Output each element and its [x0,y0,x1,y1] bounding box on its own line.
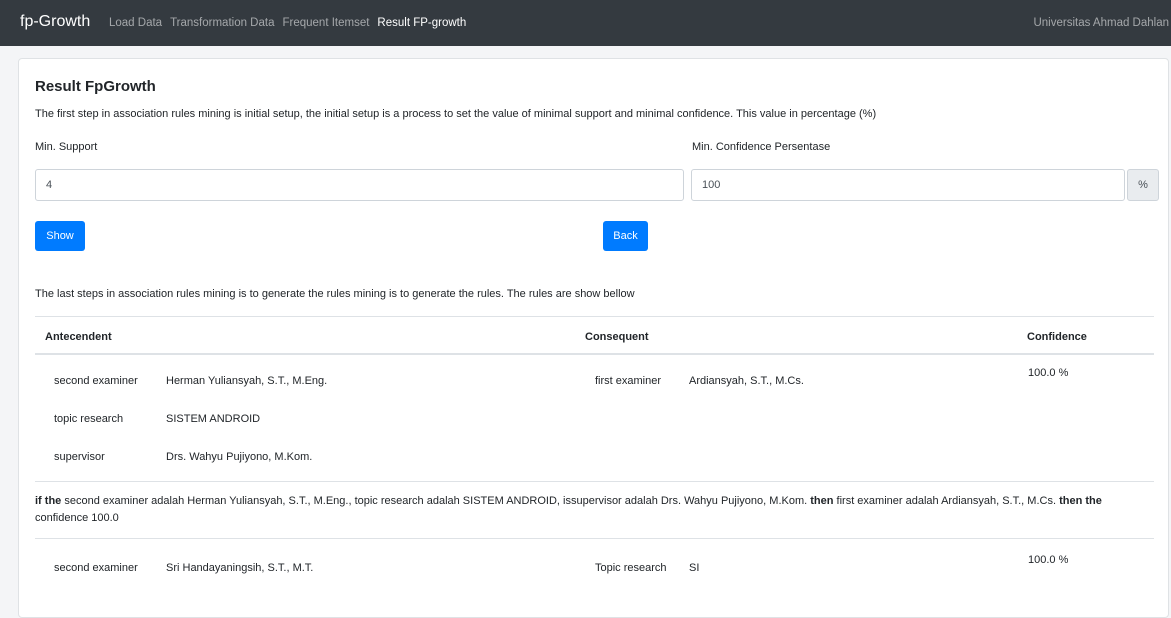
show-button[interactable]: Show [35,221,85,251]
header-consequent: Consequent [585,331,649,343]
antecedent-value: Herman Yuliansyah, S.T., M.Eng. [166,375,328,387]
top-navbar: fp-Growth Load Data Transformation Data … [0,0,1171,46]
antecedent-value: SISTEM ANDROID [166,413,261,425]
antecedent-key: second examiner [54,375,138,387]
min-support-input[interactable]: 4 [35,169,684,201]
antecedent-key: second examiner [54,562,138,574]
min-confidence-label: Min. Confidence Persentase [692,141,831,153]
antecedent-key: topic research [54,413,124,425]
table-top-divider [35,316,1154,317]
percent-addon: % [1127,169,1159,201]
nav-transformation-data[interactable]: Transformation Data [170,17,274,29]
consequent-key: first examiner [595,375,662,387]
min-confidence-input[interactable]: 100 [691,169,1125,201]
header-antecedent: Antecendent [45,331,112,343]
rules-description: The last steps in association rules mini… [35,288,635,300]
antecedent-value: Sri Handayaningsih, S.T., M.T. [166,562,314,574]
min-support-label: Min. Support [35,141,98,153]
nav-frequent-itemset[interactable]: Frequent Itemset [282,17,369,29]
consequent-key: Topic research [595,562,667,574]
row-divider [35,481,1154,482]
page-title: Result FpGrowth [35,78,156,95]
intro-text: The first step in association rules mini… [35,108,877,120]
antecedent-value: Drs. Wahyu Pujiyono, M.Kom. [166,451,313,463]
header-confidence: Confidence [1027,331,1087,343]
row-divider [35,538,1154,539]
confidence-value: 100.0 % [1028,367,1069,379]
nav-university[interactable]: Universitas Ahmad Dahlan [1033,17,1169,29]
nav-load-data[interactable]: Load Data [109,17,162,29]
back-button[interactable]: Back [603,221,648,251]
confidence-value: 100.0 % [1028,554,1069,566]
consequent-value: Ardiansyah, S.T., M.Cs. [689,375,804,387]
main-nav: Load Data Transformation Data Frequent I… [109,17,474,29]
consequent-value: SI [689,562,700,574]
header-divider [35,353,1154,355]
antecedent-key: supervisor [54,451,105,463]
brand-logo[interactable]: fp-Growth [20,13,90,31]
nav-result-fp-growth[interactable]: Result FP-growth [377,17,466,29]
rule-summary: if the second examiner adalah Herman Yul… [35,495,1102,524]
